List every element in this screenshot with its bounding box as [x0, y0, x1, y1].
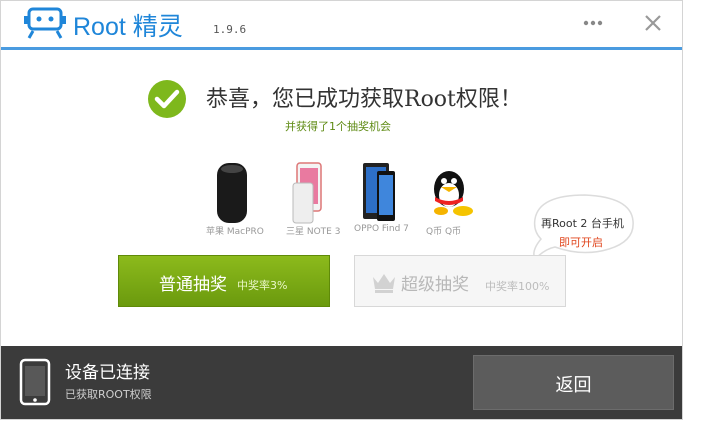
prize-label-oppo: OPPO Find 7 [354, 224, 409, 234]
prize-label-note: 三星 NOTE 3 [286, 227, 341, 237]
more-menu-icon[interactable] [579, 11, 607, 35]
prize-label-qb: Q币 Q币 [426, 227, 462, 237]
mac-pro-icon [217, 163, 247, 223]
app-name: Root 精灵 [73, 13, 183, 41]
normal-lottery-button[interactable]: 普通抽奖 中奖率3% [118, 255, 330, 307]
galaxy-note-phone-icon [292, 162, 322, 224]
super-lottery-rate: 中奖率100% [485, 280, 550, 293]
robot-logo-icon [24, 7, 66, 39]
oppo-find-phone-icon [363, 163, 395, 221]
bubble-hint: 再Root 2 台手机 [541, 217, 624, 230]
back-button-label: 返回 [555, 375, 592, 396]
success-headline: 恭喜，您已成功获取Root权限！ [206, 87, 522, 112]
back-button[interactable]: 返回 [473, 355, 674, 410]
normal-lottery-label: 普通抽奖 [159, 275, 227, 295]
title-bar: Root 精灵 1.9.6 [1, 1, 682, 50]
close-icon[interactable] [641, 11, 665, 35]
connection-status: 设备已连接 [65, 363, 150, 383]
bubble-unlock-text: 即可开启 [559, 236, 603, 249]
normal-lottery-rate: 中奖率3% [237, 279, 288, 292]
status-footer: 设备已连接 已获取ROOT权限 返回 [1, 346, 682, 419]
super-lottery-button[interactable]: 超级抽奖 中奖率100% [354, 255, 566, 307]
super-lottery-label: 超级抽奖 [401, 275, 469, 295]
app-version: 1.9.6 [213, 23, 247, 36]
lottery-chance-text: 并获得了1个抽奖机会 [285, 120, 391, 133]
qq-penguin-icon [434, 171, 473, 216]
prize-label-macpro: 苹果 MacPRO [206, 227, 264, 237]
root-status: 已获取ROOT权限 [65, 388, 152, 401]
phone-icon [19, 358, 51, 406]
success-check-icon [148, 80, 186, 118]
crown-icon [373, 274, 395, 293]
app-window: Root 精灵 1.9.6 恭喜，您已成功获取Root权限！ 并获得了1个抽奖机… [0, 0, 683, 420]
